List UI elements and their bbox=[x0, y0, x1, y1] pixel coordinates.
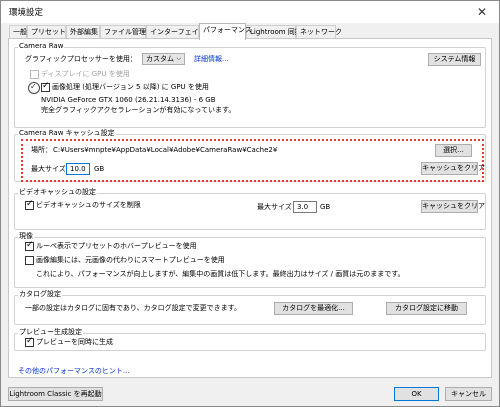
gpu-select-value: カスタム bbox=[146, 55, 174, 63]
smart-preview-label: 画像編集には、元画像の代わりにスマートプレビューを使用 bbox=[36, 256, 225, 264]
ok-button[interactable]: OK bbox=[394, 387, 439, 401]
title-bar: 環境設定 ✕ bbox=[1, 1, 499, 23]
cancel-button[interactable]: キャンセル bbox=[445, 387, 492, 401]
tab-file-handling[interactable]: ファイル管理 bbox=[100, 25, 146, 39]
preferences-window: 環境設定 ✕ 一般 プリセット 外部編集 ファイル管理 インターフェイス パフォ… bbox=[0, 0, 500, 407]
location-label: 場所： bbox=[31, 146, 52, 154]
tab-performance[interactable]: パフォーマンス bbox=[199, 23, 252, 40]
chevron-down-icon: ⌵ bbox=[176, 55, 181, 62]
smart-preview-checkbox[interactable] bbox=[25, 256, 34, 265]
system-info-button[interactable]: システム情報 bbox=[428, 53, 481, 66]
video-cache-title: ビデオキャッシュの設定 bbox=[18, 188, 97, 197]
gpu-select[interactable]: カスタム ⌵ bbox=[142, 53, 185, 65]
hover-preview-checkbox[interactable] bbox=[25, 240, 34, 251]
purge-video-cache-button[interactable]: キャッシュをクリア bbox=[421, 200, 485, 213]
display-gpu-checkbox[interactable] bbox=[30, 70, 39, 79]
display-gpu-label: ディスプレイに GPU を使用 bbox=[41, 70, 130, 78]
gpu-status-icon bbox=[28, 82, 40, 94]
choose-location-button[interactable]: 選択... bbox=[435, 144, 472, 157]
tab-external-editing[interactable]: 外部編集 bbox=[66, 25, 100, 39]
close-icon[interactable]: ✕ bbox=[465, 1, 499, 23]
goto-catalog-settings-button[interactable]: カタログ設定に移動 bbox=[386, 302, 467, 315]
performance-panel: Camera Raw グラフィックプロセッサーを使用： カスタム ⌵ 詳細情報.… bbox=[8, 38, 492, 378]
tab-interface[interactable]: インターフェイス bbox=[146, 25, 205, 39]
limit-video-cache-label: ビデオキャッシュのサイズを制限 bbox=[36, 201, 141, 209]
limit-video-cache-checkbox[interactable] bbox=[25, 199, 34, 210]
max-size-field[interactable]: 10.0 bbox=[66, 163, 90, 175]
video-max-size-field[interactable]: 3.0 bbox=[293, 201, 317, 213]
gpu-status-text: 完全グラフィックアクセラレーションが有効になっています。 bbox=[41, 106, 236, 114]
catalog-note: 一部の設定はカタログに固有であり、カタログ設定で変更できます。 bbox=[25, 304, 241, 312]
image-gpu-checkbox[interactable] bbox=[41, 81, 50, 92]
optimize-catalog-button[interactable]: カタログを最適化... bbox=[274, 302, 353, 315]
camera-raw-title: Camera Raw bbox=[18, 42, 65, 51]
tab-lightroom-sync[interactable]: Lightroom 同期 bbox=[246, 25, 302, 39]
image-gpu-label: 画像処理 (処理バージョン 5 以降) に GPU を使用 bbox=[52, 83, 209, 91]
hover-preview-label: ルーペ表示でプリセットのホバープレビューを使用 bbox=[36, 242, 197, 250]
detail-info-link[interactable]: 詳細情報... bbox=[194, 54, 229, 64]
window-title: 環境設定 bbox=[9, 8, 44, 18]
catalog-title: カタログ設定 bbox=[18, 290, 62, 299]
restart-button[interactable]: Lightroom Classic を再起動 bbox=[8, 387, 103, 401]
location-path: C:¥Users¥mnpte¥AppData¥Local¥Adobe¥Camer… bbox=[53, 146, 278, 154]
purge-cache-button[interactable]: キャッシュをクリア bbox=[421, 162, 485, 175]
video-max-size-unit: GB bbox=[320, 203, 331, 211]
parallel-preview-label: プレビューを同時に生成 bbox=[36, 338, 113, 346]
tab-network[interactable]: ネットワーク bbox=[296, 25, 342, 39]
tab-general[interactable]: 一般 bbox=[9, 25, 27, 39]
max-size-unit: GB bbox=[94, 165, 105, 173]
parallel-preview-checkbox[interactable] bbox=[25, 336, 34, 347]
gpu-label: グラフィックプロセッサーを使用： bbox=[25, 55, 137, 63]
video-cache-group bbox=[14, 193, 486, 230]
more-tips-link[interactable]: その他のパフォーマンスのヒント... bbox=[18, 366, 130, 376]
cache-title: Camera Raw キャッシュ設定 bbox=[18, 129, 116, 138]
tab-presets[interactable]: プリセット bbox=[27, 25, 66, 39]
smart-preview-note: これにより、パフォーマンスが向上しますが、編集中の画質は低下します。最終出力はサ… bbox=[36, 270, 405, 278]
gpu-name: NVIDIA GeForce GTX 1060 (26.21.14.3136) … bbox=[41, 96, 216, 104]
